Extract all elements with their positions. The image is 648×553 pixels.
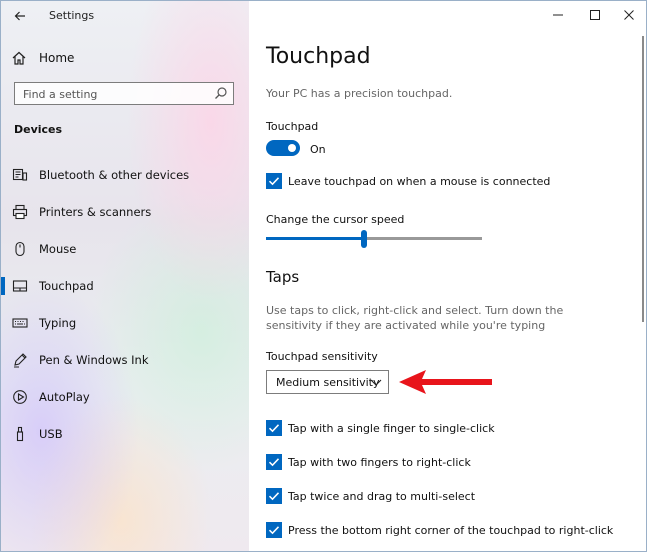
page-subtitle: Your PC has a precision touchpad. (266, 87, 453, 100)
keyboard-icon (12, 318, 28, 328)
sidebar-item-label: Touchpad (39, 279, 94, 293)
checkbox[interactable] (266, 173, 282, 189)
sidebar-item-bluetooth[interactable]: Bluetooth & other devices (1, 160, 249, 190)
sidebar-item-label: Typing (39, 316, 77, 330)
home-icon (12, 51, 26, 65)
back-button[interactable] (7, 5, 33, 27)
checkmark-icon (268, 424, 280, 433)
checkmark-icon (268, 458, 280, 467)
taps-description: Use taps to click, right-click and selec… (266, 304, 564, 332)
close-icon (624, 10, 634, 20)
sidebar-item-label: USB (39, 427, 63, 441)
page-title: Touchpad (266, 44, 371, 69)
slider-thumb[interactable] (361, 230, 367, 248)
sidebar-item-usb[interactable]: USB (1, 419, 249, 449)
dropdown-value: Medium sensitivity (276, 376, 380, 389)
maximize-icon (590, 10, 600, 20)
slider-track-filled (266, 237, 361, 240)
main-content: Touchpad Your PC has a precision touchpa… (249, 1, 646, 551)
checkmark-icon (268, 492, 280, 501)
printer-icon (12, 204, 28, 220)
pen-icon (14, 353, 27, 368)
taps-heading: Taps (266, 268, 300, 286)
sidebar-item-typing[interactable]: Typing (1, 308, 249, 338)
search-input[interactable] (21, 85, 215, 103)
title-bar: Settings (1, 1, 249, 31)
checkbox[interactable] (266, 420, 282, 436)
scrollbar[interactable] (642, 36, 644, 322)
sidebar-item-label: Pen & Windows Ink (39, 353, 149, 367)
annotation-arrow (399, 370, 492, 394)
bluetooth-device-icon (12, 168, 28, 181)
usb-icon (16, 426, 24, 442)
sidebar-item-label: Bluetooth & other devices (39, 168, 190, 182)
slider-track (367, 237, 482, 240)
sidebar-item-label: AutoPlay (39, 390, 90, 404)
checkbox[interactable] (266, 522, 282, 538)
sidebar-item-autoplay[interactable]: AutoPlay (1, 382, 249, 412)
checkbox-label: Leave touchpad on when a mouse is connec… (288, 175, 551, 188)
sidebar-item-label: Mouse (39, 242, 77, 256)
section-title: Devices (14, 123, 63, 136)
close-button[interactable] (611, 5, 646, 25)
autoplay-icon (13, 390, 27, 404)
touchpad-icon (12, 280, 28, 292)
search-icon[interactable] (214, 86, 228, 100)
sidebar-item-label: Printers & scanners (39, 205, 152, 219)
sidebar-item-pen[interactable]: Pen & Windows Ink (1, 345, 249, 375)
sensitivity-label: Touchpad sensitivity (266, 350, 378, 363)
checkbox-label: Press the bottom right corner of the tou… (288, 524, 614, 537)
sidebar-item-mouse[interactable]: Mouse (1, 234, 249, 264)
cursor-speed-slider[interactable] (266, 230, 482, 250)
checkbox[interactable] (266, 488, 282, 504)
settings-window: Settings Home Devices Bluetooth & other … (0, 0, 647, 552)
back-arrow-icon (14, 11, 25, 21)
touchpad-toggle[interactable] (266, 140, 300, 156)
maximize-button[interactable] (577, 5, 613, 25)
chevron-down-icon (370, 379, 382, 386)
touchpad-toggle-label: Touchpad (266, 120, 319, 133)
sidebar-item-label: Home (39, 51, 75, 65)
cursor-speed-label: Change the cursor speed (266, 213, 405, 226)
sensitivity-dropdown[interactable]: Medium sensitivity (266, 370, 389, 394)
search-box[interactable] (14, 82, 234, 105)
checkbox-label: Tap with a single finger to single-click (288, 422, 495, 435)
checkbox-label: Tap with two fingers to right-click (288, 456, 471, 469)
checkbox[interactable] (266, 454, 282, 470)
toggle-state-text: On (310, 143, 326, 156)
checkmark-icon (268, 526, 280, 535)
app-title: Settings (49, 9, 95, 22)
sidebar-item-touchpad[interactable]: Touchpad (1, 271, 249, 301)
sidebar-item-printers[interactable]: Printers & scanners (1, 197, 249, 227)
minimize-button[interactable] (540, 5, 576, 25)
checkbox-label: Tap twice and drag to multi-select (288, 490, 476, 503)
minimize-icon (553, 14, 563, 16)
sidebar-item-home[interactable]: Home (1, 47, 249, 69)
sidebar: Settings Home Devices Bluetooth & other … (1, 1, 249, 551)
checkmark-icon (268, 177, 280, 186)
mouse-icon (15, 241, 25, 257)
